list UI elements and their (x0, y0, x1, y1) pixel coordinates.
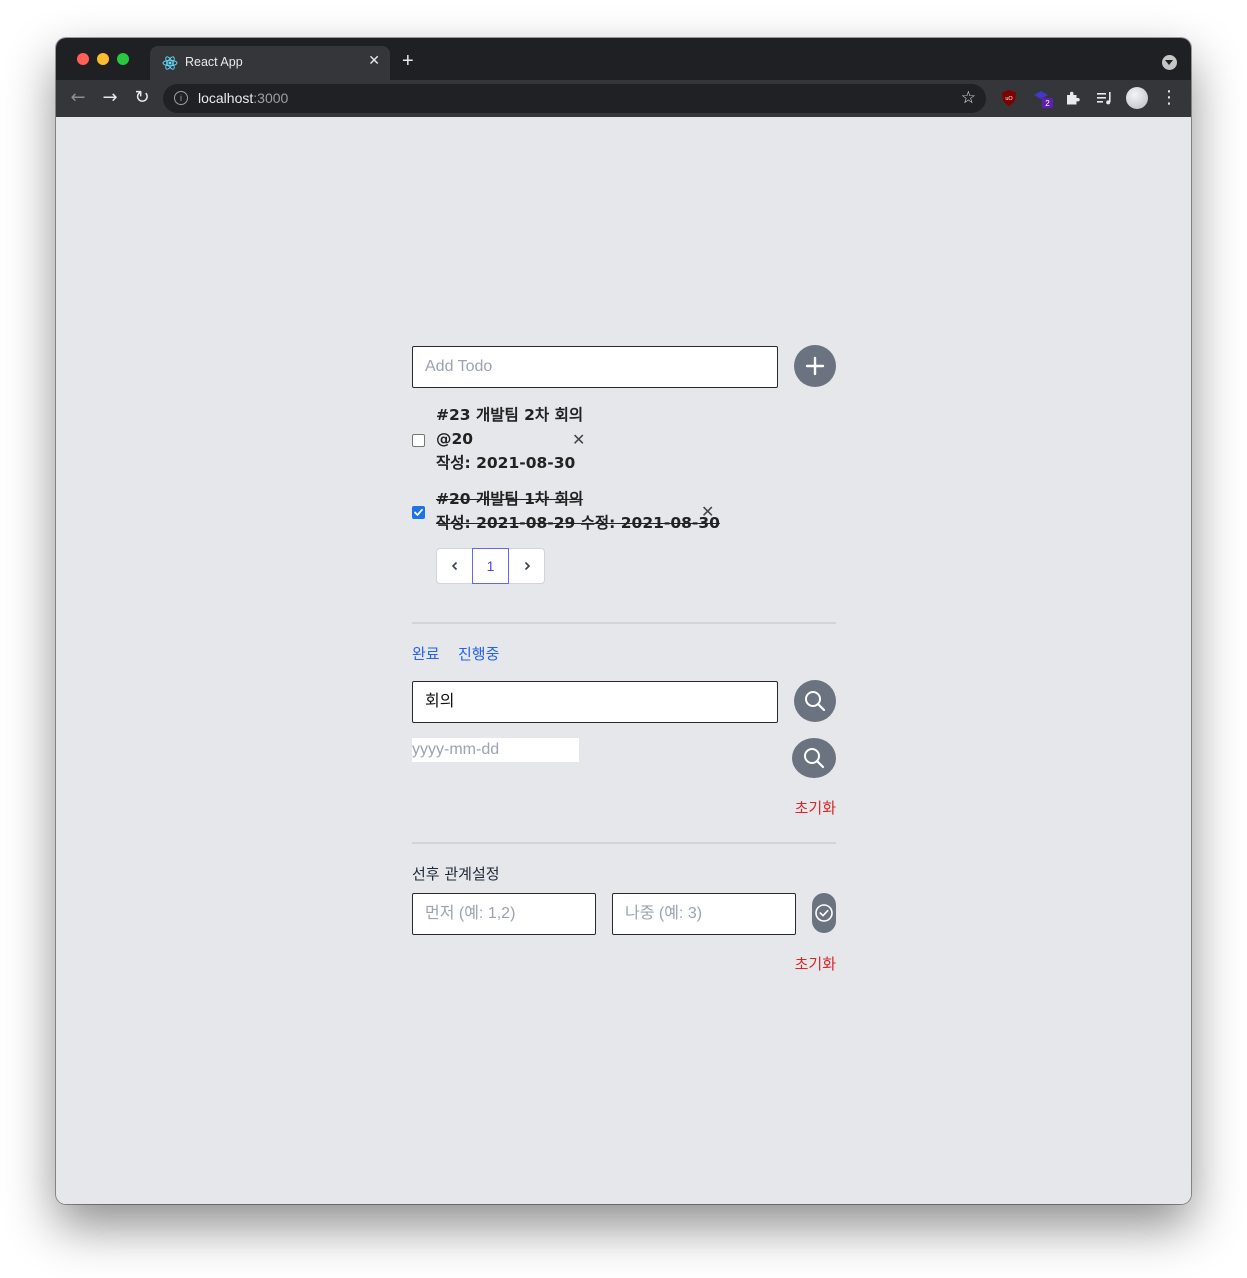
extension-badge-count: 2 (1045, 99, 1050, 108)
tab-strip: React App ✕ + (56, 38, 1191, 80)
extension-badge-icon[interactable]: 2 (1032, 87, 1054, 109)
later-relation-placeholder: 나중 (예: 3) (625, 905, 703, 922)
todo-title: #23 개발팀 2차 회의 (436, 406, 584, 424)
pagination: 1 (436, 548, 545, 586)
chevron-left-icon (451, 561, 457, 571)
checkmark-icon (414, 508, 423, 516)
search-input[interactable]: 회의 (412, 681, 778, 723)
delete-icon[interactable]: ✕ (572, 432, 585, 448)
browser-window: React App ✕ + ← → ↻ i localhost:3000 ☆ u… (56, 38, 1191, 1204)
date-search-button[interactable] (792, 738, 836, 778)
react-icon (162, 56, 178, 70)
check-circle-icon (815, 904, 833, 922)
svg-text:uO: uO (1005, 96, 1013, 102)
more-options-icon[interactable]: ⋮ (1160, 86, 1178, 110)
extensions-puzzle-icon[interactable] (1064, 89, 1082, 107)
search-reset-button[interactable]: 초기화 (795, 797, 836, 818)
add-todo-placeholder: Add Todo (425, 358, 493, 375)
forward-arrow-icon[interactable]: → (97, 85, 123, 111)
info-icon[interactable]: i (174, 91, 188, 105)
tab-close-icon[interactable]: ✕ (368, 53, 380, 69)
search-button[interactable] (794, 680, 836, 722)
date-placeholder: yyyy-mm-dd (412, 741, 500, 758)
todo-reference: @20 (436, 430, 474, 448)
new-tab-button[interactable]: + (402, 50, 414, 73)
prev-page-button[interactable] (436, 548, 473, 584)
todo-item: #23 개발팀 2차 회의 @20 작성: 2021-08-30 ✕ (412, 403, 836, 477)
todo-date: 작성: 2021-08-29 수정: 2021-08-30 (436, 514, 720, 532)
close-window-button[interactable] (77, 53, 89, 65)
filter-done-link[interactable]: 완료 (412, 643, 440, 664)
filter-in-progress-link[interactable]: 진행중 (458, 643, 499, 664)
profile-avatar[interactable] (1126, 87, 1148, 109)
reading-list-icon[interactable] (1096, 89, 1114, 107)
url-text: localhost:3000 (198, 90, 288, 106)
url-port: :3000 (253, 90, 289, 106)
add-todo-input[interactable]: Add Todo (412, 346, 778, 388)
delete-icon[interactable]: ✕ (701, 504, 714, 520)
search-icon (805, 691, 826, 712)
add-todo-button[interactable] (794, 345, 836, 387)
todo-title: #20 개발팀 1차 회의 (436, 490, 584, 508)
first-relation-placeholder: 먼저 (예: 1,2) (425, 905, 516, 922)
search-icon (804, 748, 825, 769)
todo-checkbox[interactable] (412, 434, 425, 447)
address-bar[interactable]: i localhost:3000 ☆ (163, 84, 986, 113)
ublock-origin-icon[interactable]: uO (1000, 89, 1018, 107)
browser-tab[interactable]: React App ✕ (150, 46, 390, 80)
tab-search-icon[interactable] (1162, 55, 1177, 70)
browser-toolbar: ← → ↻ i localhost:3000 ☆ uO 2 ⋮ (56, 80, 1191, 117)
first-relation-input[interactable]: 먼저 (예: 1,2) (412, 893, 596, 935)
divider (412, 622, 836, 624)
later-relation-input[interactable]: 나중 (예: 3) (612, 893, 796, 935)
todo-text: #23 개발팀 2차 회의 @20 작성: 2021-08-30 (436, 403, 583, 475)
minimize-window-button[interactable] (97, 53, 109, 65)
next-page-button[interactable] (508, 548, 545, 584)
back-arrow-icon[interactable]: ← (65, 85, 91, 111)
todo-checkbox[interactable] (412, 506, 425, 519)
todo-text: #20 개발팀 1차 회의 작성: 2021-08-29 수정: 2021-08… (436, 487, 720, 535)
todo-item: #20 개발팀 1차 회의 작성: 2021-08-29 수정: 2021-08… (412, 487, 836, 537)
apply-relation-button[interactable] (812, 893, 836, 933)
divider (412, 842, 836, 844)
maximize-window-button[interactable] (117, 53, 129, 65)
bookmark-star-icon[interactable]: ☆ (961, 88, 976, 108)
page-content: Add Todo #23 개발팀 2차 회의 @20 작성: 2021-08-3… (56, 117, 1191, 1204)
reload-icon[interactable]: ↻ (129, 85, 155, 111)
url-host: localhost (198, 90, 254, 106)
chevron-right-icon (524, 561, 530, 571)
plus-icon (805, 356, 825, 376)
tab-title: React App (185, 55, 243, 69)
page-button[interactable]: 1 (472, 548, 509, 584)
relation-section-label: 선후 관계설정 (412, 865, 500, 883)
date-search-input[interactable]: yyyy-mm-dd (412, 738, 579, 762)
todo-date: 작성: 2021-08-30 (436, 454, 576, 472)
relation-reset-button[interactable]: 초기화 (795, 953, 836, 974)
search-value: 회의 (425, 693, 455, 710)
